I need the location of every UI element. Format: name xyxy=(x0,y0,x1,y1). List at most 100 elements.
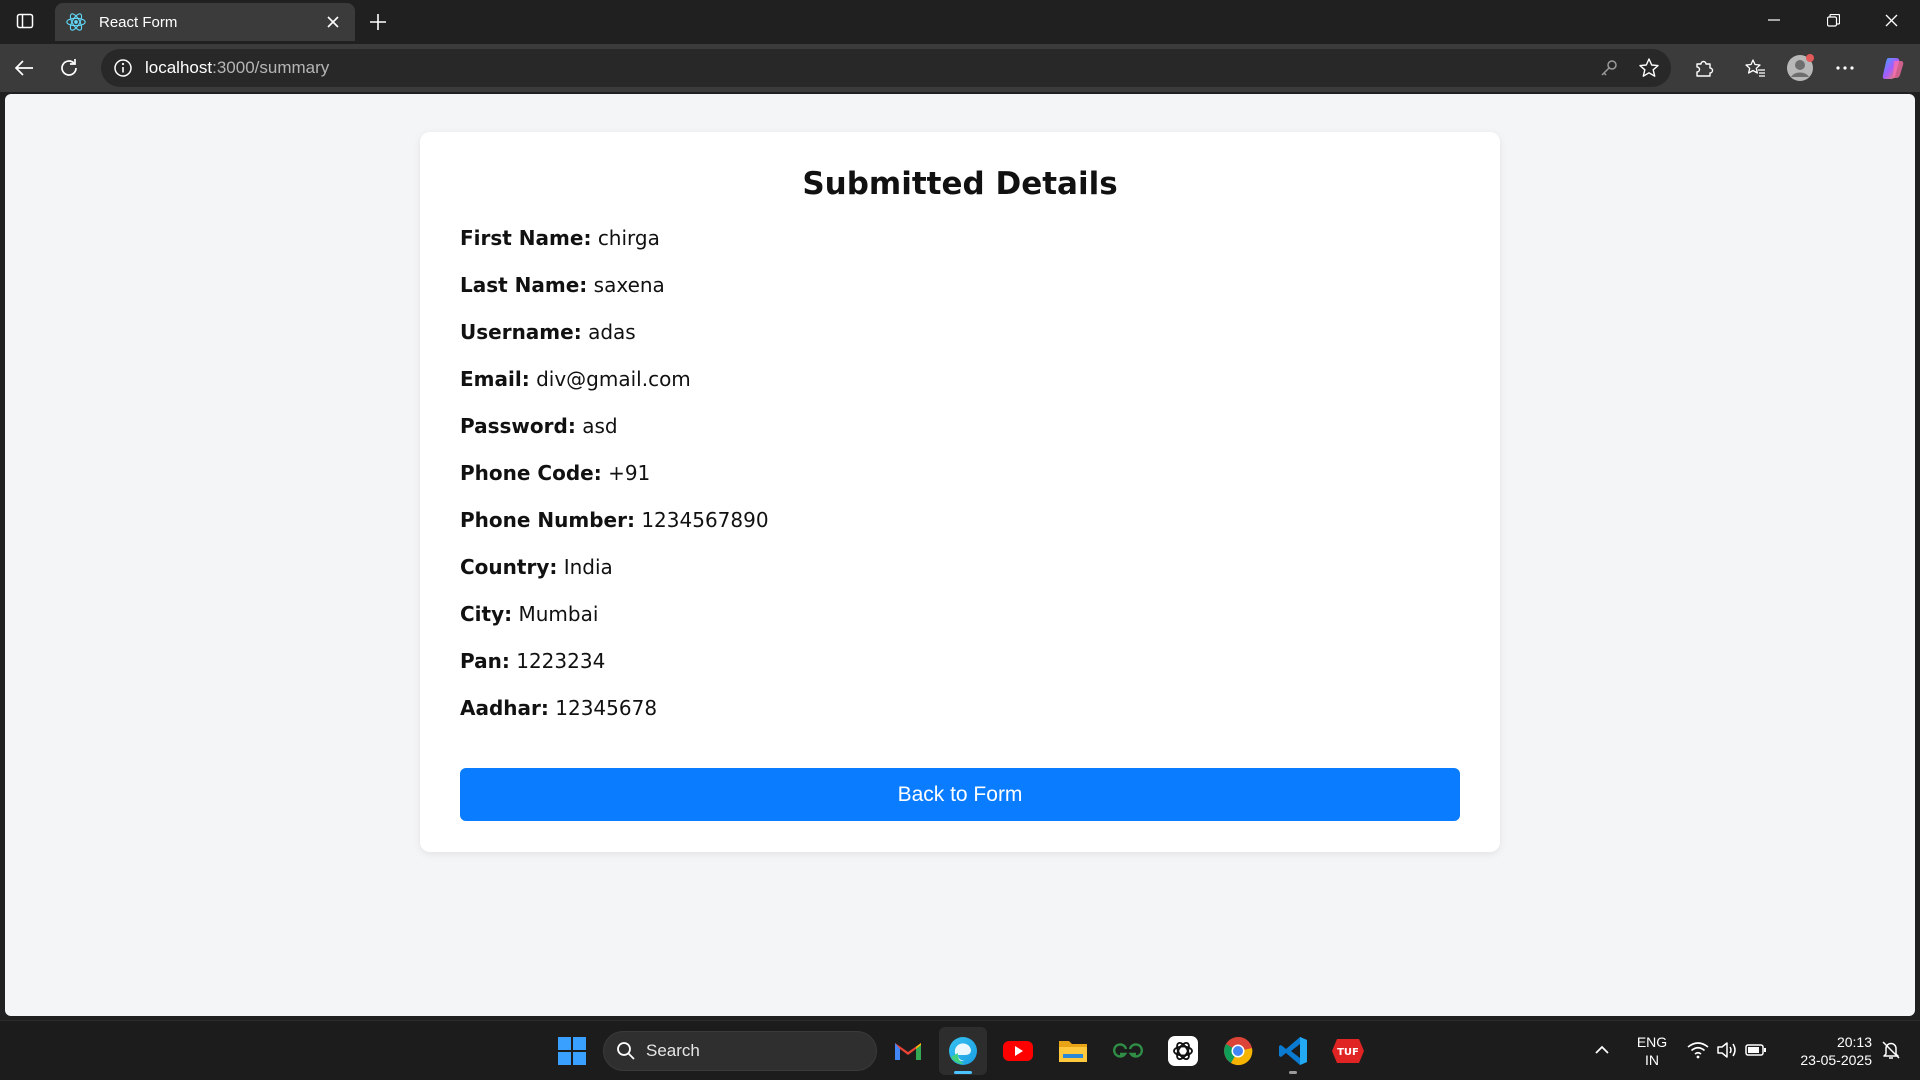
detail-row-last-name: Last Name: saxena xyxy=(460,271,1460,318)
minimize-button[interactable] xyxy=(1745,0,1803,40)
chrome-icon xyxy=(1224,1036,1253,1066)
extensions-button[interactable] xyxy=(1687,52,1721,84)
browser-tab-active[interactable]: React Form xyxy=(55,3,355,41)
detail-value: saxena xyxy=(593,273,665,297)
clock-date: 23-05-2025 xyxy=(1800,1052,1872,1068)
browser-titlebar: React Form xyxy=(0,0,1920,44)
taskbar-app-chatgpt[interactable] xyxy=(1159,1027,1207,1075)
show-hidden-icons-button[interactable] xyxy=(1590,1035,1614,1065)
url-host: localhost xyxy=(145,58,213,77)
favorites-button[interactable] xyxy=(1738,52,1772,84)
volume-status[interactable] xyxy=(1713,1035,1741,1065)
windows-taskbar: Search TUF ENG IN 20:13 23-05-2025 xyxy=(0,1020,1920,1080)
search-label: Search xyxy=(646,1041,700,1060)
puzzle-icon xyxy=(1696,60,1714,77)
detail-row-email: Email: div@gmail.com xyxy=(460,365,1460,412)
detail-row-password: Password: asd xyxy=(460,412,1460,459)
password-key-button[interactable] xyxy=(1594,53,1624,83)
clock[interactable]: 20:13 23-05-2025 xyxy=(1780,1030,1872,1072)
detail-row-city: City: Mumbai xyxy=(460,600,1460,647)
detail-row-pan: Pan: 1223234 xyxy=(460,647,1460,694)
back-nav-button[interactable] xyxy=(7,52,41,84)
detail-row-first-name: First Name: chirga xyxy=(460,224,1460,271)
taskbar-app-chrome[interactable] xyxy=(1214,1027,1262,1075)
refresh-button[interactable] xyxy=(52,52,86,84)
running-app-indicator xyxy=(1289,1071,1297,1074)
site-info-icon[interactable] xyxy=(113,58,133,78)
detail-label: City: xyxy=(460,602,513,626)
favorites-list-icon xyxy=(1745,59,1765,77)
speaker-icon xyxy=(1717,1042,1736,1058)
taskbar-app-geeksforgeeks[interactable] xyxy=(1104,1027,1152,1075)
windows-start-icon xyxy=(558,1037,586,1065)
detail-label: Phone Number: xyxy=(460,508,635,532)
detail-value: asd xyxy=(582,414,618,438)
more-options-button[interactable] xyxy=(1828,52,1862,84)
key-icon xyxy=(1601,60,1617,76)
detail-row-phone-number: Phone Number: 1234567890 xyxy=(460,506,1460,553)
profile-button[interactable] xyxy=(1783,52,1817,84)
restore-button[interactable] xyxy=(1804,0,1862,40)
tab-close-button[interactable] xyxy=(321,10,345,34)
close-icon xyxy=(327,16,339,28)
tuf-logo-text: TUF xyxy=(1337,1047,1359,1058)
start-button[interactable] xyxy=(548,1027,596,1075)
taskbar-app-edge[interactable] xyxy=(939,1027,987,1075)
detail-label: Aadhar: xyxy=(460,696,549,720)
detail-label: Last Name: xyxy=(460,273,588,297)
taskbar-search[interactable]: Search xyxy=(603,1031,877,1071)
close-icon xyxy=(1885,14,1897,26)
more-horizontal-icon xyxy=(1836,66,1854,70)
tuf-logo-icon: TUF xyxy=(1332,1039,1364,1063)
detail-label: First Name: xyxy=(460,226,592,250)
detail-row-username: Username: adas xyxy=(460,318,1460,365)
clock-time: 20:13 xyxy=(1836,1034,1872,1050)
detail-value: chirga xyxy=(597,226,660,250)
battery-status[interactable] xyxy=(1742,1035,1770,1065)
taskbar-app-tuf[interactable]: TUF xyxy=(1324,1027,1372,1075)
restore-icon xyxy=(1826,13,1840,27)
language-indicator[interactable]: ENG IN xyxy=(1627,1031,1677,1071)
detail-value: adas xyxy=(588,320,636,344)
page-title: Submitted Details xyxy=(802,166,1118,202)
close-window-button[interactable] xyxy=(1862,0,1920,40)
taskbar-app-gmail[interactable] xyxy=(884,1027,932,1075)
folder-icon xyxy=(1059,1041,1087,1062)
detail-label: Country: xyxy=(460,555,558,579)
edge-browser-icon xyxy=(949,1037,977,1065)
tab-title: React Form xyxy=(99,13,178,31)
detail-row-aadhar: Aadhar: 12345678 xyxy=(460,694,1460,741)
star-icon xyxy=(1639,58,1659,77)
copilot-icon xyxy=(1882,58,1904,79)
notification-bell-icon xyxy=(1882,1041,1900,1059)
chevron-up-icon xyxy=(1595,1045,1609,1054)
detail-value: 12345678 xyxy=(555,696,658,720)
geeksforgeeks-icon xyxy=(1113,1043,1143,1058)
detail-label: Email: xyxy=(460,367,530,391)
copilot-button[interactable] xyxy=(1876,52,1910,84)
taskbar-app-youtube[interactable] xyxy=(994,1027,1042,1075)
detail-label: Phone Code: xyxy=(460,461,602,485)
tab-actions-button[interactable] xyxy=(8,6,42,36)
browser-toolbar: localhost:3000/summary xyxy=(0,44,1920,92)
detail-value: div@gmail.com xyxy=(536,367,691,391)
avatar-icon xyxy=(1787,54,1814,81)
detail-value: 1223234 xyxy=(516,649,606,673)
detail-label: Pan: xyxy=(460,649,510,673)
wifi-status[interactable] xyxy=(1684,1035,1712,1065)
new-tab-button[interactable] xyxy=(362,6,394,38)
notifications-button[interactable] xyxy=(1876,1035,1906,1065)
address-bar[interactable]: localhost:3000/summary xyxy=(101,49,1671,87)
detail-row-country: Country: India xyxy=(460,553,1460,600)
plus-icon xyxy=(370,14,386,30)
favorite-star-button[interactable] xyxy=(1634,53,1664,83)
taskbar-app-file-explorer[interactable] xyxy=(1049,1027,1097,1075)
taskbar-app-vscode[interactable] xyxy=(1269,1027,1317,1075)
url-path: :3000/summary xyxy=(212,58,330,77)
back-to-form-button[interactable]: Back to Form xyxy=(460,768,1460,821)
gmail-icon xyxy=(895,1043,921,1060)
react-logo-icon xyxy=(66,13,86,31)
tab-actions-icon xyxy=(16,13,34,29)
detail-value: Mumbai xyxy=(518,602,599,626)
detail-label: Username: xyxy=(460,320,582,344)
